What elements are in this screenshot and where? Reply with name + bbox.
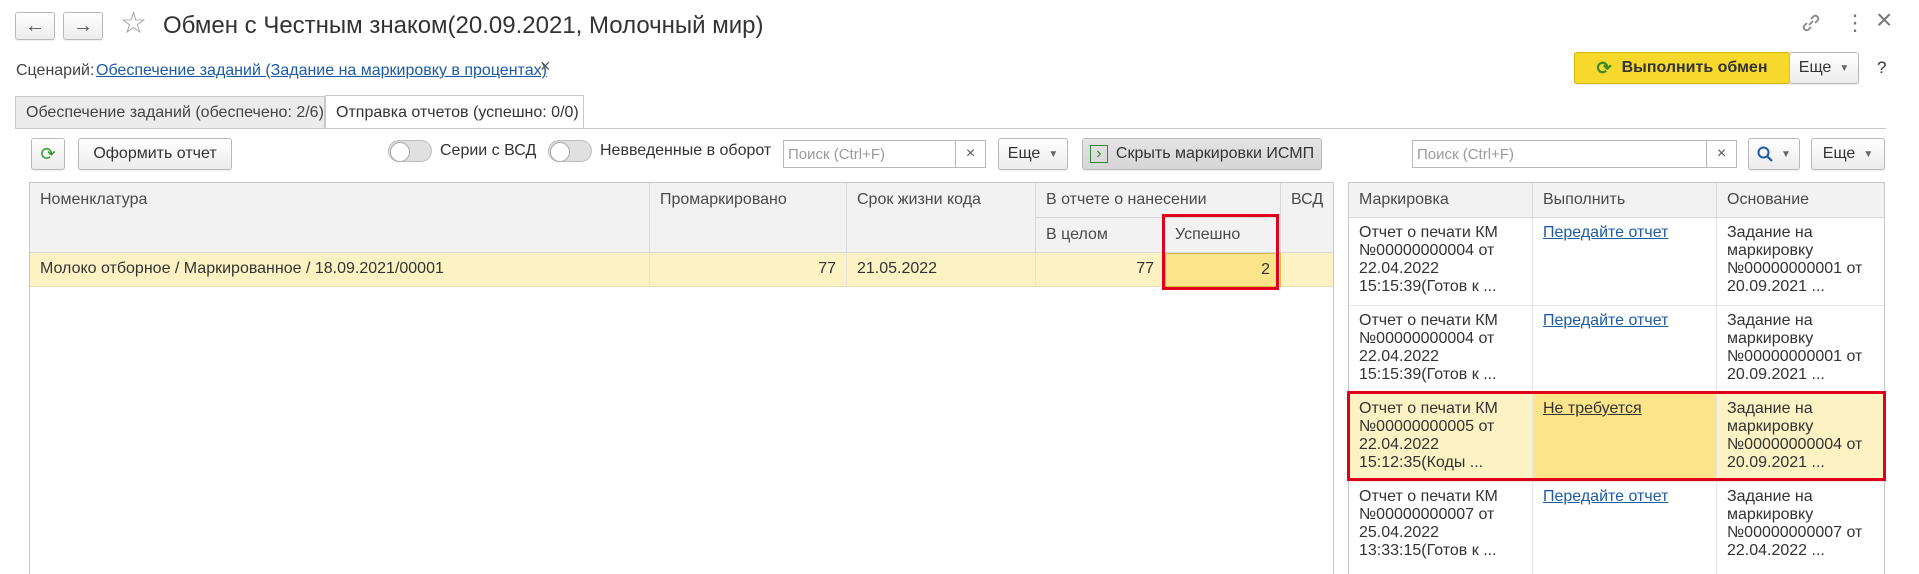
cell-marked: 77 [650,253,847,287]
left-more-label: Еще [1007,145,1041,162]
scenario-clear-icon[interactable]: × [540,56,551,77]
action-link[interactable]: Передайте отчет [1543,488,1668,505]
left-search-input[interactable]: Поиск (Ctrl+F) × [783,140,986,168]
tab-reports-label: Отправка отчетов (успешно: 0/0) [336,103,579,121]
right-search-placeholder: Поиск (Ctrl+F) [1417,145,1514,163]
header-basis[interactable]: Основание [1717,183,1884,218]
toggle-vsd-label: Серии с ВСД [440,142,537,159]
cell-total: 77 [1036,253,1165,287]
right-more-label: Еще [1822,145,1856,162]
more-menu-icon[interactable]: ⋮ [1844,10,1866,36]
cell-basis: Задание на маркировку №00000000001 от 20… [1717,306,1884,394]
scenario-link[interactable]: Обеспечение заданий (Задание на маркиров… [96,62,547,80]
hide-ismp-button[interactable]: › Скрыть маркировки ИСМП [1082,138,1322,170]
chevron-down-icon: ▼ [1781,148,1791,160]
refresh-icon: ⟳ [1596,57,1612,78]
header-success[interactable]: Успешно [1165,218,1281,253]
right-table: Маркировка Выполнить Основание Отчет о п… [1348,182,1885,574]
header-code-life[interactable]: Срок жизни кода [847,183,1036,253]
right-more-button[interactable]: Еще ▼ [1811,138,1885,170]
back-icon: ← [25,14,45,37]
table-row-selected[interactable]: Отчет о печати КМ №00000000005 от 22.04.… [1349,394,1884,482]
cell-action: Не требуется [1533,394,1717,482]
table-row[interactable]: Молоко отборное / Маркированное / 18.09.… [30,253,1333,287]
cell-basis: Задание на маркировку №00000000007 от 22… [1727,488,1863,559]
cell-vsd [1281,253,1333,287]
toggle-not-entered[interactable] [548,140,592,162]
table-row[interactable]: Отчет о печати КМ №00000000007 от 25.04.… [1349,482,1884,574]
window-title: Обмен с Честным знаком(20.09.2021, Молоч… [163,12,764,39]
run-exchange-label: Выполнить обмен [1621,59,1768,76]
scenario-label: Сценарий: [16,62,95,79]
action-link[interactable]: Не требуется [1543,400,1642,417]
table-row[interactable]: Отчет о печати КМ №00000000004 от 22.04.… [1349,306,1884,394]
cell-marking: Отчет о печати КМ №00000000005 от 22.04.… [1349,394,1533,482]
make-report-button[interactable]: Оформить отчет [78,138,232,170]
tab-tasks-label: Обеспечение заданий (обеспечено: 2/6) [26,103,324,121]
cell-marking: Отчет о печати КМ №00000000007 от 25.04.… [1349,482,1533,574]
right-search-input[interactable]: Поиск (Ctrl+F) × [1412,140,1737,168]
forward-button[interactable]: → [63,12,103,40]
search-button[interactable]: ▼ [1748,138,1800,170]
chevron-down-icon: ▼ [1863,148,1874,160]
left-search-placeholder: Поиск (Ctrl+F) [788,145,885,163]
cell-marking: Отчет о печати КМ №00000000004 от 22.04.… [1349,218,1533,306]
cell-code-life: 21.05.2022 [847,253,1036,287]
back-button[interactable]: ← [15,12,55,40]
header-marking[interactable]: Маркировка [1349,183,1533,218]
header-more-label: Еще [1798,59,1832,76]
search-icon [1757,146,1773,162]
cell-marking: Отчет о печати КМ №00000000004 от 22.04.… [1349,306,1533,394]
make-report-label: Оформить отчет [93,145,217,162]
header-total[interactable]: В целом [1036,218,1165,253]
cell-nomenclature: Молоко отборное / Маркированное / 18.09.… [30,253,650,287]
header-marked[interactable]: Промаркировано [650,183,847,253]
help-icon[interactable]: ? [1877,58,1886,78]
header-report-group: В отчете о нанесении [1036,183,1281,218]
chevron-down-icon: ▼ [1839,62,1850,74]
forward-icon: → [73,14,93,37]
tab-panel-border [15,128,1886,129]
hide-ismp-label: Скрыть маркировки ИСМП [1115,145,1315,162]
link-icon[interactable] [1800,12,1822,39]
cell-basis: Задание на маркировку №00000000004 от 20… [1717,394,1884,482]
cell-action: Передайте отчет [1533,306,1717,394]
left-more-button[interactable]: Еще ▼ [998,138,1068,170]
run-exchange-button[interactable]: ⟳ Выполнить обмен [1574,52,1790,84]
left-search-clear-icon[interactable]: × [955,141,985,167]
cell-success[interactable]: 2 [1165,253,1281,287]
header-vsd[interactable]: ВСД [1281,183,1333,253]
favorite-star-icon[interactable]: ☆ [120,6,147,41]
right-search-clear-icon[interactable]: × [1706,141,1736,167]
header-nomenclature[interactable]: Номенклатура [30,183,650,253]
header-action[interactable]: Выполнить [1533,183,1717,218]
cell-action: Передайте отчет [1533,218,1717,306]
cell-basis: Задание на маркировку №00000000001 от 20… [1717,218,1884,306]
cell-action: Передайте отчет [1533,482,1717,574]
close-icon[interactable]: × [1876,4,1892,36]
toggle-vsd[interactable] [388,140,432,162]
refresh-button[interactable]: ⟳ [31,138,65,170]
header-more-button[interactable]: Еще ▼ [1789,52,1859,84]
hide-ismp-icon: › [1089,145,1108,163]
toggle-not-entered-label: Невведенные в оборот [600,142,772,159]
table-row[interactable]: Отчет о печати КМ №00000000004 от 22.04.… [1349,218,1884,306]
left-table: Номенклатура Промаркировано Срок жизни к… [29,182,1334,574]
refresh-icon: ⟳ [40,143,56,164]
tab-tasks[interactable]: Обеспечение заданий (обеспечено: 2/6) [15,96,325,128]
action-link[interactable]: Передайте отчет [1543,312,1668,329]
action-link[interactable]: Передайте отчет [1543,224,1668,241]
tab-reports[interactable]: Отправка отчетов (успешно: 0/0) [325,95,584,129]
chevron-down-icon: ▼ [1048,148,1059,160]
